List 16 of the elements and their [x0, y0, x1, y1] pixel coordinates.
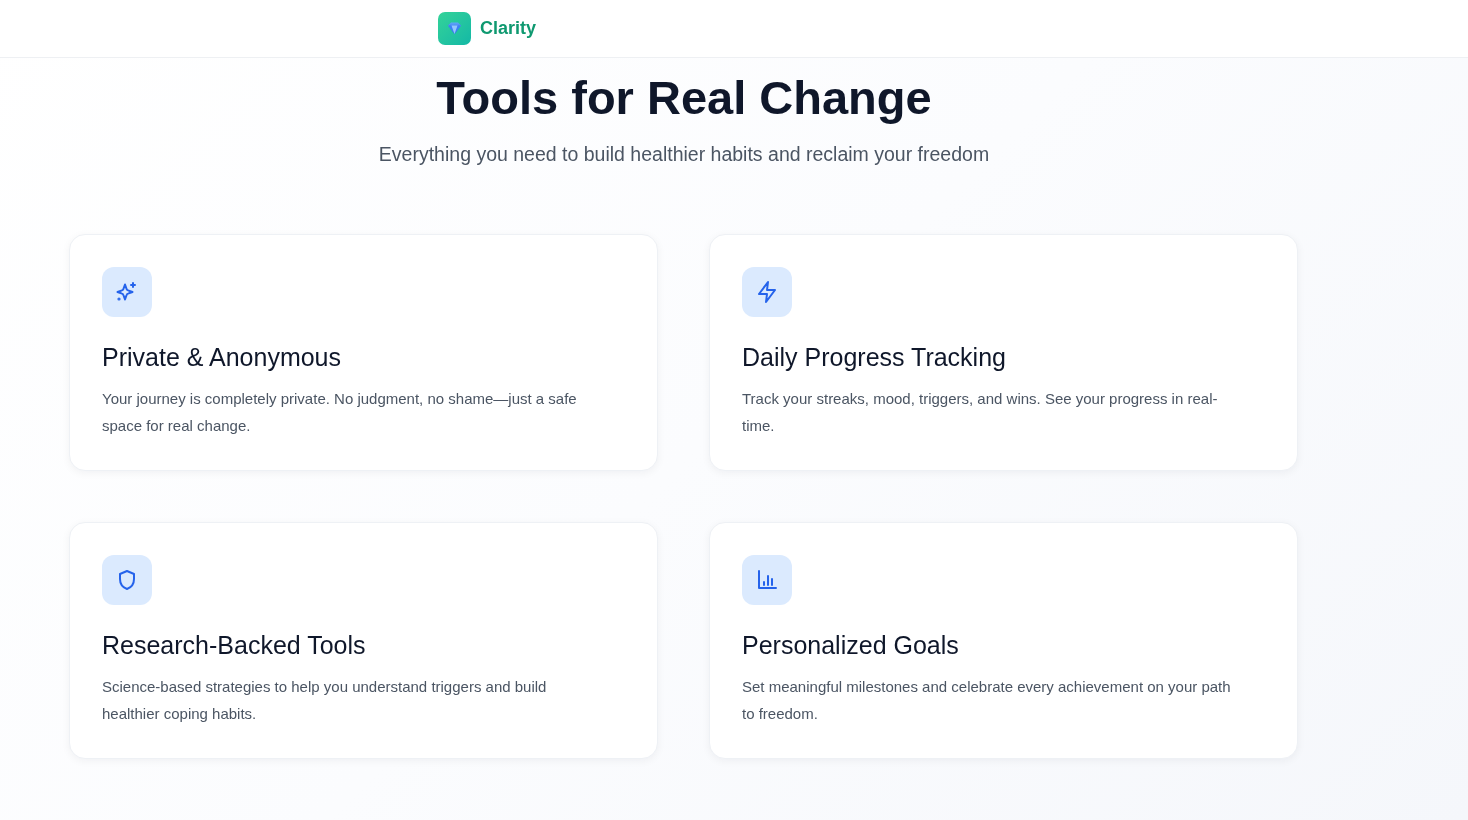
- feature-title: Personalized Goals: [742, 630, 959, 661]
- feature-title: Daily Progress Tracking: [742, 342, 1006, 373]
- brand-name: Clarity: [480, 18, 537, 39]
- feature-title: Private & Anonymous: [102, 342, 341, 373]
- feature-title: Research-Backed Tools: [102, 630, 366, 661]
- shield-icon: [102, 555, 152, 605]
- page-subtitle: Everything you need to build healthier habits and reclaim your freedom: [378, 142, 990, 167]
- page-heading: Tools for Real Change: [436, 70, 932, 126]
- lightning-bolt-icon: [742, 267, 792, 317]
- feature-description: Set meaningful milestones and celebrate every achievement on your path to freedom.: [742, 677, 1232, 724]
- diamond-logo-icon: [438, 12, 471, 45]
- feature-description: Track your streaks, mood, triggers, and wins. See your progress in real-time.: [742, 389, 1219, 436]
- feature-description: Your journey is completely private. No judgment, no shame—just a safe space for real change.: [102, 389, 578, 436]
- bar-chart-icon: [742, 555, 792, 605]
- sparkles-icon: [102, 267, 152, 317]
- feature-description: Science-based strategies to help you understand triggers and build healthier coping habits.: [102, 677, 548, 724]
